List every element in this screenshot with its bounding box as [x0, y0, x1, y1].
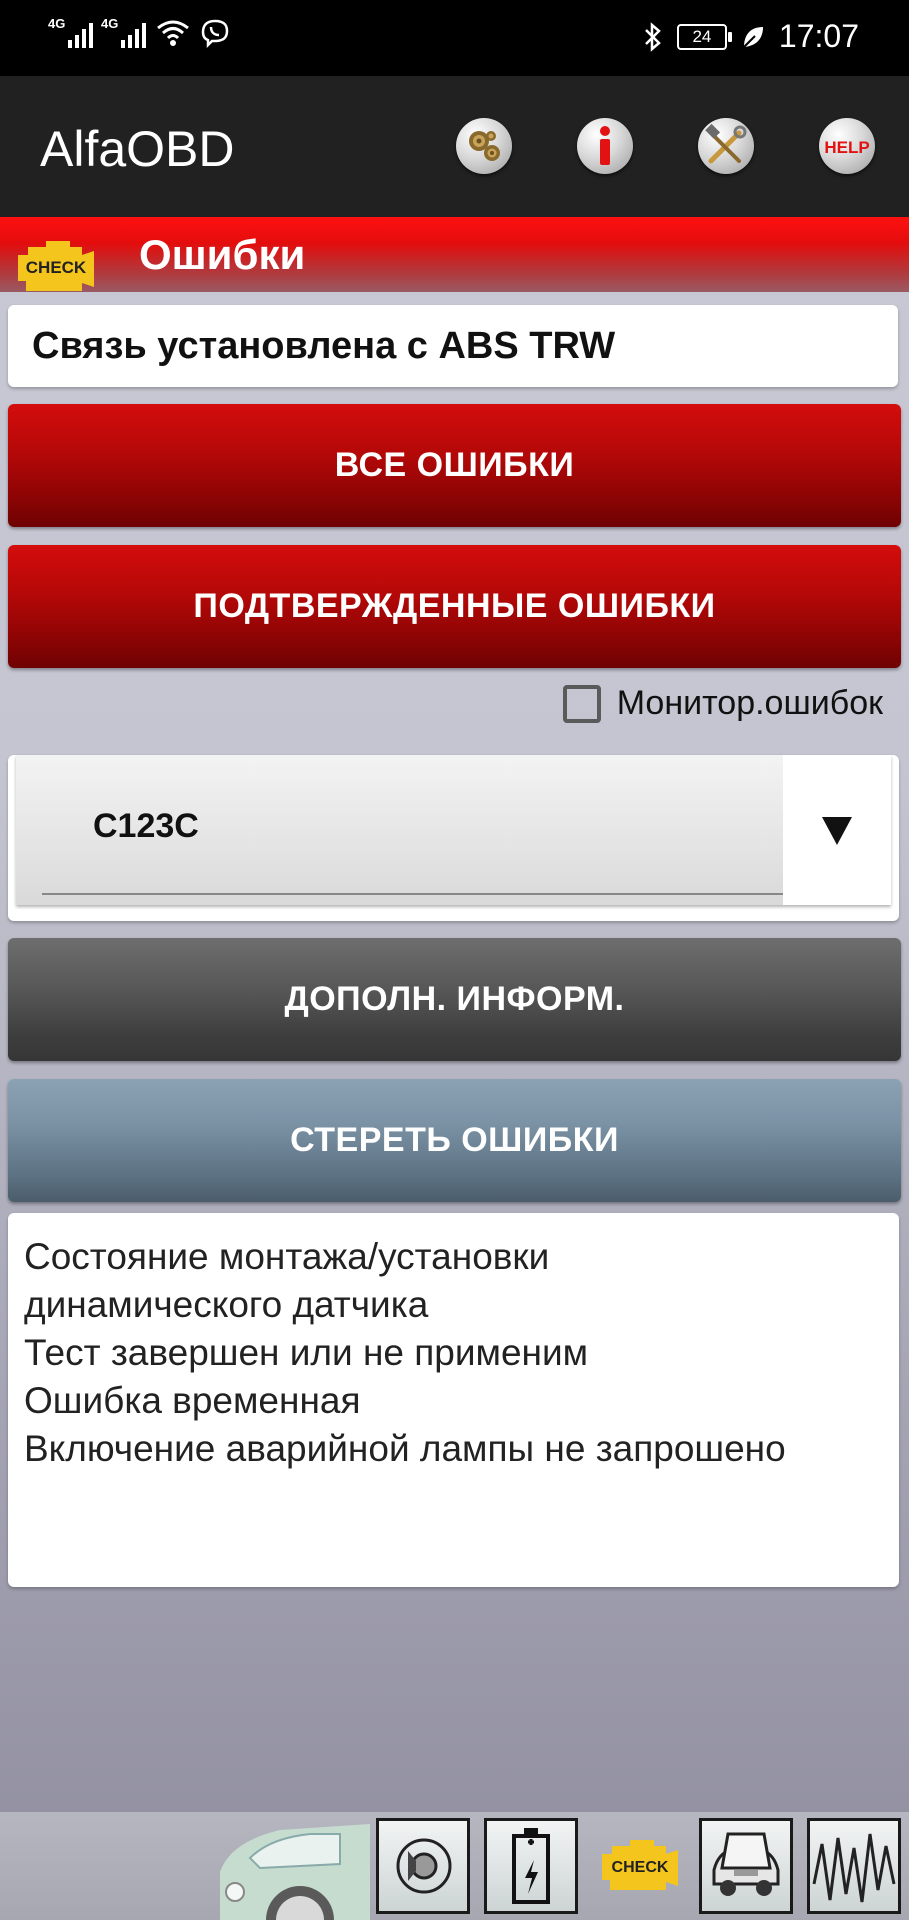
all-errors-button[interactable]: ВСЕ ОШИБКИ [8, 404, 901, 527]
battery-icon: 24 [676, 23, 732, 50]
info-icon [600, 126, 610, 165]
monitor-checkbox[interactable] [562, 684, 601, 723]
speaker-icon [396, 1838, 452, 1894]
more-info-button[interactable]: ДОПОЛН. ИНФОРМ. [8, 938, 901, 1061]
section-header: CHECK Ошибки [0, 217, 909, 292]
clear-errors-button[interactable]: СТЕРЕТЬ ОШИБКИ [8, 1079, 901, 1202]
nav-actuators-button[interactable] [376, 1818, 470, 1914]
battery-icon [512, 1828, 550, 1904]
error-details: Состояние монтажа/установки динамическог… [8, 1213, 899, 1587]
nav-vehicle-button[interactable] [699, 1818, 793, 1914]
detail-line: динамического датчика [24, 1284, 429, 1325]
battery-level: 24 [692, 26, 712, 46]
tools-icon [705, 123, 747, 164]
viber-icon [201, 19, 229, 48]
check-engine-icon[interactable]: CHECK [598, 1832, 682, 1896]
status-left: 4G 4G [48, 16, 230, 48]
network-type-label: 4G [48, 16, 66, 31]
help-button[interactable]: HELP [819, 118, 875, 174]
detail-line: Ошибка временная [24, 1380, 361, 1421]
monitor-row: Монитор.ошибок [562, 684, 883, 723]
connection-status: Связь установлена с ABS TRW [8, 305, 898, 387]
bottom-nav: CHECK [0, 1812, 909, 1920]
nav-battery-button[interactable] [484, 1818, 578, 1914]
gears-icon [469, 131, 500, 161]
select-underline [42, 893, 784, 895]
triangle-down-icon [822, 817, 852, 845]
status-right: 24 17:07 [643, 18, 859, 55]
check-engine-icon: CHECK [18, 241, 94, 291]
nav-graph-button[interactable] [807, 1818, 901, 1914]
signal-icon: 4G [48, 16, 93, 48]
confirmed-errors-button[interactable]: ПОДТВЕРЖДЕННЫЕ ОШИБКИ [8, 545, 901, 668]
car-icon [220, 1824, 370, 1920]
wifi-icon [157, 20, 189, 46]
detail-line: Включение аварийной лампы не запрошено [24, 1428, 786, 1469]
settings-button[interactable] [456, 118, 512, 174]
monitor-label: Монитор.ошибок [616, 684, 883, 722]
section-title: Ошибки [139, 231, 306, 278]
tools-button[interactable] [698, 118, 754, 174]
detail-line: Тест завершен или не применим [24, 1332, 589, 1373]
app-title: AlfaOBD [40, 121, 235, 177]
network-type-label: 4G [101, 16, 119, 31]
status-bar: 4G 4G 24 17:07 [0, 0, 909, 76]
car-hood-icon [712, 1832, 780, 1896]
info-button[interactable] [577, 118, 633, 174]
app-bar: AlfaOBD HELP [0, 76, 909, 217]
svg-text:CHECK: CHECK [612, 1859, 669, 1876]
signal-icon: 4G [101, 16, 146, 48]
detail-line: Состояние монтажа/установки [24, 1236, 550, 1277]
error-code-select-container: C123C [8, 755, 899, 921]
svg-text:CHECK: CHECK [26, 258, 87, 277]
selected-error-code: C123C [93, 807, 199, 845]
error-code-select[interactable]: C123C [16, 755, 891, 905]
dropdown-arrow-button[interactable] [783, 755, 891, 905]
clock: 17:07 [778, 18, 859, 54]
bluetooth-icon [645, 21, 661, 52]
waveform-icon [812, 1833, 896, 1903]
svg-text:HELP: HELP [824, 138, 869, 157]
leaf-icon [743, 26, 763, 48]
help-icon: HELP [824, 138, 869, 157]
